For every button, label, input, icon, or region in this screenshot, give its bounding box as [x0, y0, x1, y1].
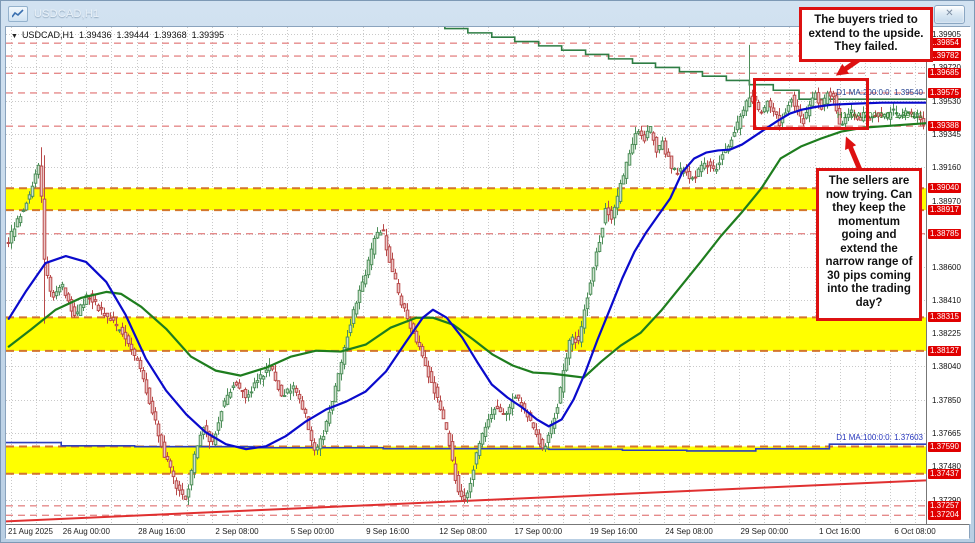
price-level-red-label: 1.37204	[928, 510, 961, 520]
price-level-red-label: 1.39575	[928, 88, 961, 98]
time-tick-label: 21 Aug 2025	[8, 527, 53, 536]
price-tick-label: 1.38040	[932, 362, 961, 371]
price-level-red-label: 1.39685	[928, 68, 961, 78]
ohlc-info-bar: ▼ USDCAD,H1 1.39436 1.39444 1.39368 1.39395	[11, 30, 229, 40]
time-tick-label: 26 Aug 00:00	[63, 527, 110, 536]
symbol-dropdown-icon: ▼	[11, 33, 18, 40]
chart-plot-area[interactable]: ▼ USDCAD,H1 1.39436 1.39444 1.39368 1.39395 D…	[6, 27, 926, 524]
annotation-box-sellers: The sellers are now trying. Can they kee…	[816, 168, 922, 321]
annotation-box-buyers: The buyers tried to extend to the upside…	[799, 7, 933, 62]
price-tick-label: 1.37665	[932, 429, 961, 438]
time-tick-label: 29 Sep 00:00	[741, 527, 789, 536]
chart-window: USDCAD,H1 ✕ ▼ USDCAD,H1 1.39436 1.39444 1.39…	[0, 0, 975, 543]
time-axis[interactable]: 21 Aug 2025 26 Aug 00:00 28 Aug 16:00 2 Sep…	[6, 524, 969, 539]
time-tick-label: 19 Sep 16:00	[590, 527, 638, 536]
price-level-red-label: 1.38127	[928, 346, 961, 356]
chart-icon	[8, 6, 28, 22]
time-tick-label: 2 Sep 08:00	[215, 527, 258, 536]
price-tick-label: 1.38600	[932, 263, 961, 272]
time-tick-label: 6 Oct 08:00	[894, 527, 935, 536]
price-tick-label: 1.39530	[932, 97, 961, 106]
time-tick-label: 5 Sep 00:00	[291, 527, 334, 536]
price-level-red-label: 1.38917	[928, 205, 961, 215]
time-tick-label: 24 Sep 08:00	[665, 527, 713, 536]
time-tick-label: 1 Oct 16:00	[819, 527, 860, 536]
time-tick-label: 12 Sep 08:00	[439, 527, 487, 536]
info-close: 1.39395	[192, 30, 225, 40]
info-open: 1.39436	[79, 30, 112, 40]
window-title: USDCAD,H1	[34, 8, 99, 20]
price-tick-label: 1.38225	[932, 329, 961, 338]
price-axis[interactable]: 1.399051.397201.395301.393451.391601.389…	[926, 27, 971, 524]
close-button[interactable]: ✕	[934, 5, 965, 24]
price-action-box	[753, 78, 869, 131]
price-level-red-label: 1.39388	[928, 121, 961, 131]
time-tick-label: 9 Sep 16:00	[366, 527, 409, 536]
price-level-red-label: 1.38785	[928, 229, 961, 239]
time-tick-label: 28 Aug 16:00	[138, 527, 185, 536]
price-level-red-label: 1.39040	[928, 183, 961, 193]
price-tick-label: 1.39160	[932, 163, 961, 172]
price-level-red-label: 1.37437	[928, 469, 961, 479]
info-high: 1.39444	[117, 30, 150, 40]
price-level-red-label: 1.38315	[928, 312, 961, 322]
price-tick-label: 1.38410	[932, 296, 961, 305]
info-low: 1.39368	[154, 30, 187, 40]
ma-value-label: D1 MA:100:0:0: 1.37603	[836, 433, 923, 442]
price-tick-label: 1.37850	[932, 396, 961, 405]
price-level-red-label: 1.37590	[928, 442, 961, 452]
info-symbol: USDCAD,H1	[22, 30, 74, 40]
time-tick-label: 17 Sep 00:00	[515, 527, 563, 536]
price-tick-label: 1.39345	[932, 130, 961, 139]
